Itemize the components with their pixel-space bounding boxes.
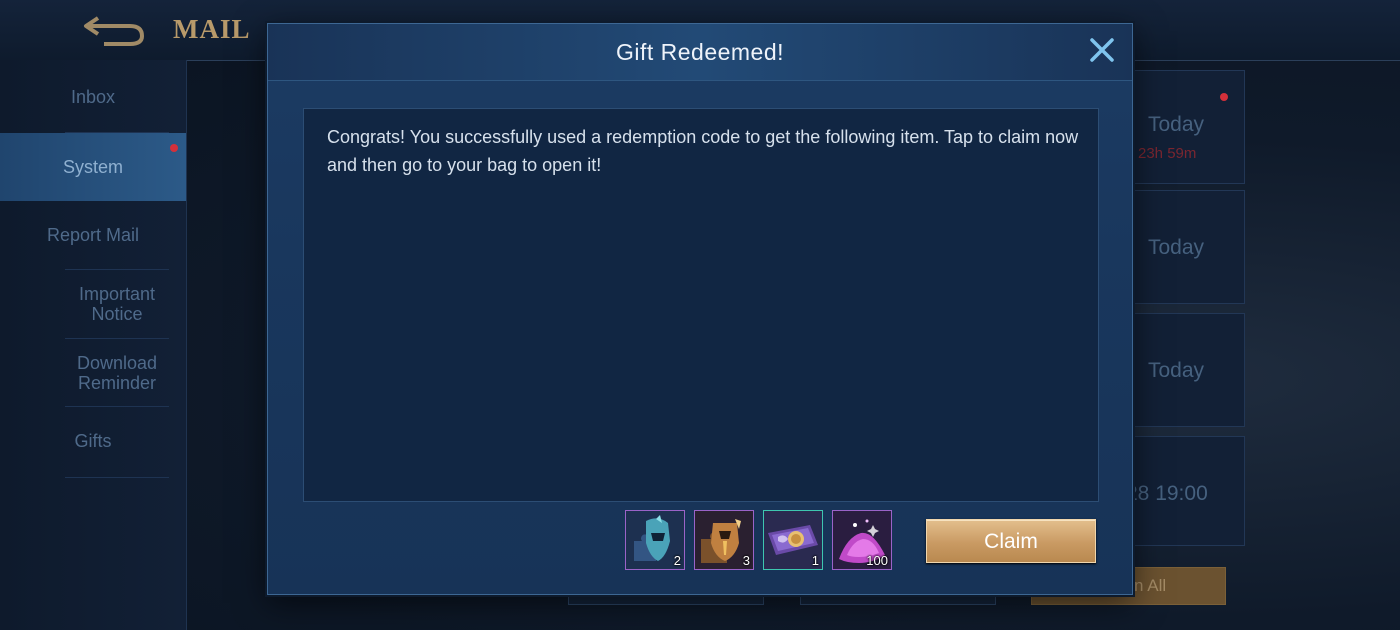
claim-button-label: Claim [984, 530, 1038, 553]
reward-item-skin-fragment[interactable]: 3 [694, 510, 754, 570]
notification-dot [1220, 93, 1228, 101]
close-icon[interactable] [1086, 34, 1118, 66]
notification-dot [170, 144, 178, 152]
mail-date: Today [1148, 236, 1205, 259]
item-quantity: 100 [866, 553, 888, 568]
gift-redeemed-dialog: Gift Redeemed! Congrats! You successfull… [267, 23, 1133, 595]
sidebar-item-important-notice[interactable]: Important Notice [67, 284, 167, 324]
mail-sidebar: Inbox System Report Mail Important Notic… [0, 60, 187, 630]
mail-expiry: 23h 59m [1138, 145, 1197, 162]
sidebar-item-report-mail[interactable]: Report Mail [0, 225, 186, 245]
message-panel: Congrats! You successfully used a redemp… [303, 108, 1099, 502]
sidebar-item-label: System [62, 157, 123, 177]
page-title: MAIL [173, 14, 251, 44]
divider [65, 406, 169, 407]
sidebar-item-system[interactable]: System [0, 133, 186, 201]
mail-date: Today [1148, 359, 1205, 382]
mail-date: Today [1148, 113, 1205, 136]
dialog-header: Gift Redeemed! [268, 24, 1132, 81]
divider [65, 269, 169, 270]
message-text: Congrats! You successfully used a redemp… [327, 127, 1079, 175]
reward-item-magic-dust[interactable]: 100 [832, 510, 892, 570]
claim-all-label: n All [1134, 576, 1167, 595]
dialog-title: Gift Redeemed! [615, 39, 785, 65]
back-arrow-icon[interactable] [80, 8, 148, 48]
sidebar-item-gifts[interactable]: Gifts [0, 431, 186, 451]
sidebar-item-inbox[interactable]: Inbox [0, 87, 186, 107]
mail-date: 28 19:00 [1126, 482, 1208, 505]
divider [65, 338, 169, 339]
item-quantity: 2 [673, 553, 681, 568]
divider [65, 477, 169, 478]
sidebar-item-download-reminder[interactable]: Download Reminder [67, 353, 167, 393]
claim-button[interactable]: Claim [926, 519, 1096, 563]
reward-item-trial-card[interactable]: 1 [763, 510, 823, 570]
item-quantity: 3 [742, 553, 750, 568]
reward-item-hero-fragment[interactable]: 2 [625, 510, 685, 570]
item-quantity: 1 [811, 553, 819, 568]
